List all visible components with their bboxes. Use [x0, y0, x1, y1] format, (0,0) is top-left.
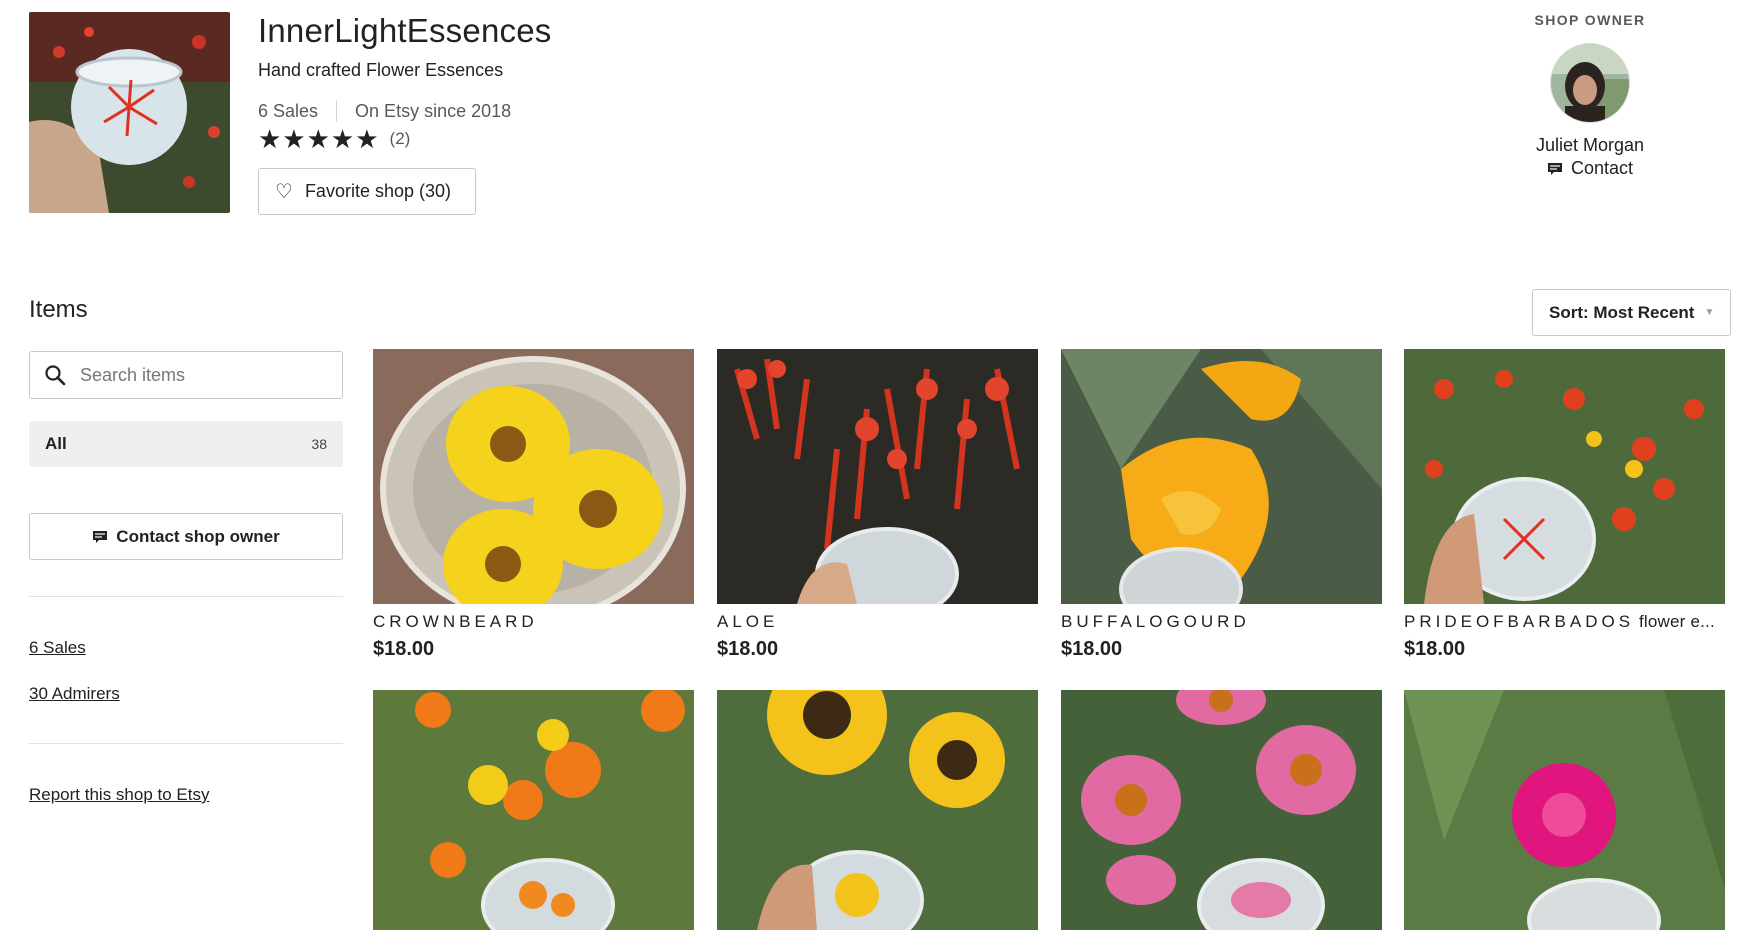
listing-title[interactable]: BUFFALOGOURD	[1061, 612, 1382, 632]
shop-owner-block: SHOP OWNER Juliet Morgan Contact	[1510, 12, 1670, 179]
shop-rating[interactable]: ★★★★★ (2)	[258, 126, 410, 152]
sort-dropdown[interactable]: Sort: Most Recent ▼	[1532, 289, 1731, 336]
listing-card[interactable]: ALOE $18.00	[717, 349, 1038, 661]
listing-card[interactable]	[1404, 690, 1725, 930]
admirers-link[interactable]: 30 Admirers	[29, 684, 120, 704]
contact-owner-link[interactable]: Contact	[1510, 158, 1670, 179]
shop-tagline: Hand crafted Flower Essences	[258, 60, 504, 80]
items-heading: Items	[29, 296, 88, 323]
contact-label: Contact	[1570, 158, 1634, 178]
message-icon	[1547, 162, 1562, 175]
contact-shop-owner-label: Contact shop owner	[116, 526, 280, 546]
search-input[interactable]	[78, 363, 308, 387]
listing-image[interactable]	[717, 690, 1038, 930]
category-all-label: All	[45, 434, 67, 453]
sort-label: Sort: Most Recent	[1549, 302, 1695, 322]
listing-price: $18.00	[717, 638, 779, 660]
avatar[interactable]	[1550, 43, 1630, 123]
listing-price: $18.00	[373, 638, 435, 660]
listing-image[interactable]	[1061, 349, 1382, 604]
listing-card[interactable]	[373, 690, 694, 930]
category-all[interactable]: All 38	[29, 421, 343, 467]
favorite-shop-label: Favorite shop (30)	[304, 181, 452, 201]
listing-price: $18.00	[1404, 638, 1466, 660]
listing-image[interactable]	[1404, 690, 1725, 930]
on-etsy-since: On Etsy since 2018	[355, 100, 512, 121]
listing-title[interactable]: CROWNBEARD	[373, 612, 694, 632]
shop-logo	[29, 12, 230, 213]
shop-name: InnerLightEssences	[258, 12, 552, 49]
caret-down-icon: ▼	[1704, 307, 1715, 318]
shop-owner-heading: SHOP OWNER	[1534, 12, 1646, 28]
listing-card[interactable]	[1061, 690, 1382, 930]
heart-icon: ♡	[275, 181, 293, 203]
favorite-shop-button[interactable]: ♡ Favorite shop (30)	[258, 168, 476, 215]
sidebar-divider	[29, 743, 343, 744]
listing-title[interactable]: PRIDEOFBARBADOS flower e...	[1404, 612, 1725, 632]
contact-shop-owner-button[interactable]: Contact shop owner	[29, 513, 343, 560]
listing-card[interactable]: CROWNBEARD $18.00	[373, 349, 694, 661]
report-shop-link[interactable]: Report this shop to Etsy	[29, 785, 209, 805]
listing-image[interactable]	[717, 349, 1038, 604]
search-items-box[interactable]	[29, 351, 343, 399]
review-count[interactable]: (2)	[390, 129, 411, 149]
listing-image[interactable]	[1061, 690, 1382, 930]
listing-card[interactable]: PRIDEOFBARBADOS flower e... $18.00	[1404, 349, 1725, 661]
listing-image[interactable]	[373, 349, 694, 604]
stat-divider	[336, 100, 338, 122]
listing-card[interactable]	[717, 690, 1038, 930]
category-all-count: 38	[311, 436, 327, 452]
listing-title[interactable]: ALOE	[717, 612, 1038, 632]
sales-link[interactable]: 6 Sales	[29, 638, 86, 658]
listing-image[interactable]	[1404, 349, 1725, 604]
sidebar-divider	[29, 596, 343, 597]
listing-card[interactable]: BUFFALOGOURD $18.00	[1061, 349, 1382, 661]
owner-name: Juliet Morgan	[1535, 135, 1645, 155]
message-icon	[93, 530, 108, 543]
sales-count: 6 Sales	[258, 100, 319, 121]
shop-stats: 6 Sales On Etsy since 2018	[258, 100, 511, 122]
listing-image[interactable]	[373, 690, 694, 930]
listing-price: $18.00	[1061, 638, 1123, 660]
search-icon	[45, 365, 66, 386]
star-rating-icon: ★★★★★	[258, 124, 380, 154]
